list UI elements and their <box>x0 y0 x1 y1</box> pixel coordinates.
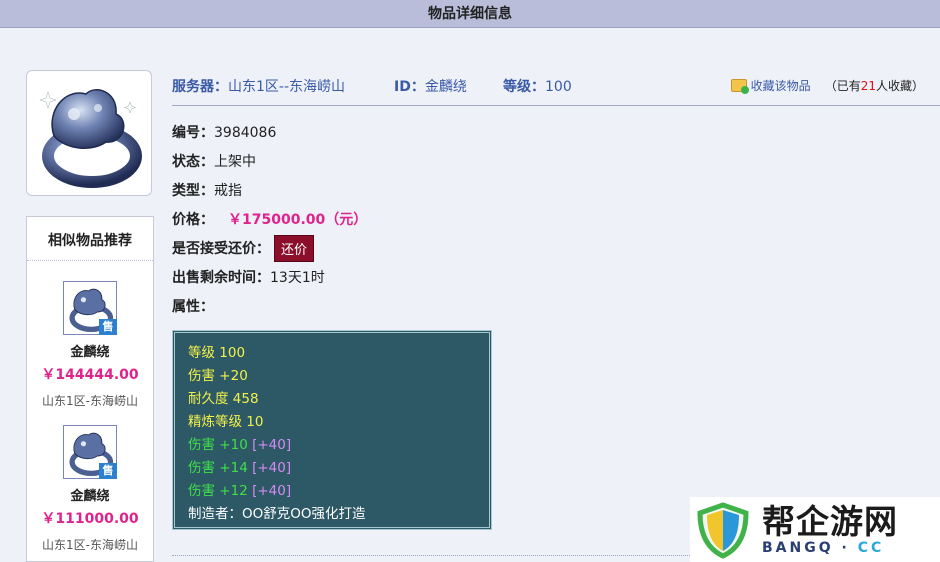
field-number: 编号： 3984086 <box>172 118 367 147</box>
attr-bonus-line: 伤害 +14 [+40] <box>188 457 476 480</box>
item-fields: 编号： 3984086 状态： 上架中 类型： 戒指 价格： ￥175000.00（元）… <box>172 118 367 321</box>
attributes-label: 属性： <box>172 298 214 315</box>
field-status: 状态： 上架中 <box>172 147 367 176</box>
attr-line: 精炼等级 10 <box>188 414 264 430</box>
level-label: 等级： <box>503 79 545 95</box>
server-value: 山东1区--东海崂山 <box>228 79 346 95</box>
counter-offer-button[interactable]: 还价 <box>274 235 315 262</box>
similar-item-name[interactable]: 金麟绕 <box>27 485 153 504</box>
attr-line: 等级 100 <box>188 345 246 361</box>
similar-item-thumbnail[interactable]: 售 <box>63 281 117 335</box>
field-type: 类型： 戒指 <box>172 176 367 205</box>
watermark-domain-a: BANGQ <box>762 539 834 556</box>
status-label: 状态： <box>172 153 214 170</box>
number-value: 3984086 <box>214 124 277 141</box>
folder-add-icon[interactable] <box>730 79 749 94</box>
favorite-suffix: 人收藏） <box>875 79 924 93</box>
attributes-box: 等级 100 伤害 +20 耐久度 458 精炼等级 10 伤害 +10 [+4… <box>172 330 492 530</box>
type-value: 戒指 <box>214 182 242 199</box>
section-divider <box>172 555 692 556</box>
similar-item[interactable]: 售 金麟绕 ￥144444.00 山东1区-东海崂山 <box>27 281 153 409</box>
similar-item-server: 山东1区-东海崂山 <box>42 538 138 552</box>
remaining-time-label: 出售剩余时间： <box>172 269 270 286</box>
field-remaining-time: 出售剩余时间： 13天1时 <box>172 263 367 292</box>
page-header: 物品详细信息 <box>0 0 940 28</box>
level-info: 等级：100 <box>503 76 572 96</box>
server-info: 服务器：山东1区--东海崂山 <box>172 76 345 96</box>
price-value: ￥175000.00（元） <box>228 211 368 228</box>
favorite-count: 21 <box>860 79 876 93</box>
field-counter-offer: 是否接受还价： 还价 <box>172 234 367 263</box>
remaining-time-value: 13天1时 <box>270 269 325 286</box>
watermark-title: 帮企游网 <box>762 501 898 541</box>
seller-id-info: ID：金麟绕 <box>394 76 467 96</box>
attr-bonus-line: 伤害 +12 [+40] <box>188 480 476 503</box>
similar-item-price: ￥144444.00 <box>41 367 139 383</box>
item-image-panel <box>26 70 154 196</box>
attr-line: 伤害 +20 <box>188 368 248 384</box>
server-label: 服务器： <box>172 79 228 95</box>
watermark-text: 帮企游网 BANGQ · CC <box>762 501 898 556</box>
id-label: ID： <box>394 79 425 95</box>
attr-line: 耐久度 458 <box>188 391 259 407</box>
similar-items-panel: 相似物品推荐 售 金麟绕 ￥144444.00 山东1区-东海崂山 售 金麟绕 … <box>26 216 154 562</box>
type-label: 类型： <box>172 182 214 199</box>
attr-bonus-line: 伤害 +10 [+40] <box>188 434 476 457</box>
watermark-domain-b: CC <box>857 539 885 556</box>
item-info-bar: 服务器：山东1区--东海崂山 ID：金麟绕 等级：100 收藏该物品 （已有21… <box>172 74 940 106</box>
number-label: 编号： <box>172 124 214 141</box>
similar-item-price: ￥111000.00 <box>41 511 139 527</box>
maker-line: 制造者：OO舒克OO强化打造 <box>188 506 366 522</box>
field-attributes: 属性： <box>172 292 367 321</box>
favorite-link[interactable]: 收藏该物品 <box>751 77 811 94</box>
favorite-prefix: （已有 <box>824 79 861 93</box>
page-title: 物品详细信息 <box>428 6 512 22</box>
similar-items-title: 相似物品推荐 <box>27 217 153 261</box>
counter-offer-label: 是否接受还价： <box>172 240 270 257</box>
sale-badge: 售 <box>99 463 117 479</box>
similar-item[interactable]: 售 金麟绕 ￥111000.00 山东1区-东海崂山 <box>27 425 153 553</box>
watermark-logo: 帮企游网 BANGQ · CC <box>690 497 940 562</box>
similar-item-name[interactable]: 金麟绕 <box>27 341 153 360</box>
bonus-value: 伤害 +10 <box>188 437 248 453</box>
bonus-value: 伤害 +12 <box>188 483 248 499</box>
similar-item-thumbnail[interactable]: 售 <box>63 425 117 479</box>
bonus-extra: [+40] <box>252 483 292 499</box>
bonus-extra: [+40] <box>252 460 292 476</box>
level-value: 100 <box>545 79 572 95</box>
price-label: 价格： <box>172 211 214 228</box>
ring-image <box>26 70 152 196</box>
shield-logo-icon <box>697 501 749 559</box>
watermark-domain: BANGQ · CC <box>762 540 898 556</box>
sale-badge: 售 <box>99 319 117 335</box>
bonus-extra: [+40] <box>252 437 292 453</box>
status-value: 上架中 <box>214 153 256 170</box>
similar-item-server: 山东1区-东海崂山 <box>42 394 138 408</box>
field-price: 价格： ￥175000.00（元） <box>172 205 367 234</box>
bonus-value: 伤害 +14 <box>188 460 248 476</box>
favorite-area: 收藏该物品 （已有21人收藏） <box>730 77 924 94</box>
favorite-count-text: （已有21人收藏） <box>825 77 924 94</box>
watermark-domain-dot: · <box>833 539 858 556</box>
id-value: 金麟绕 <box>424 79 467 95</box>
